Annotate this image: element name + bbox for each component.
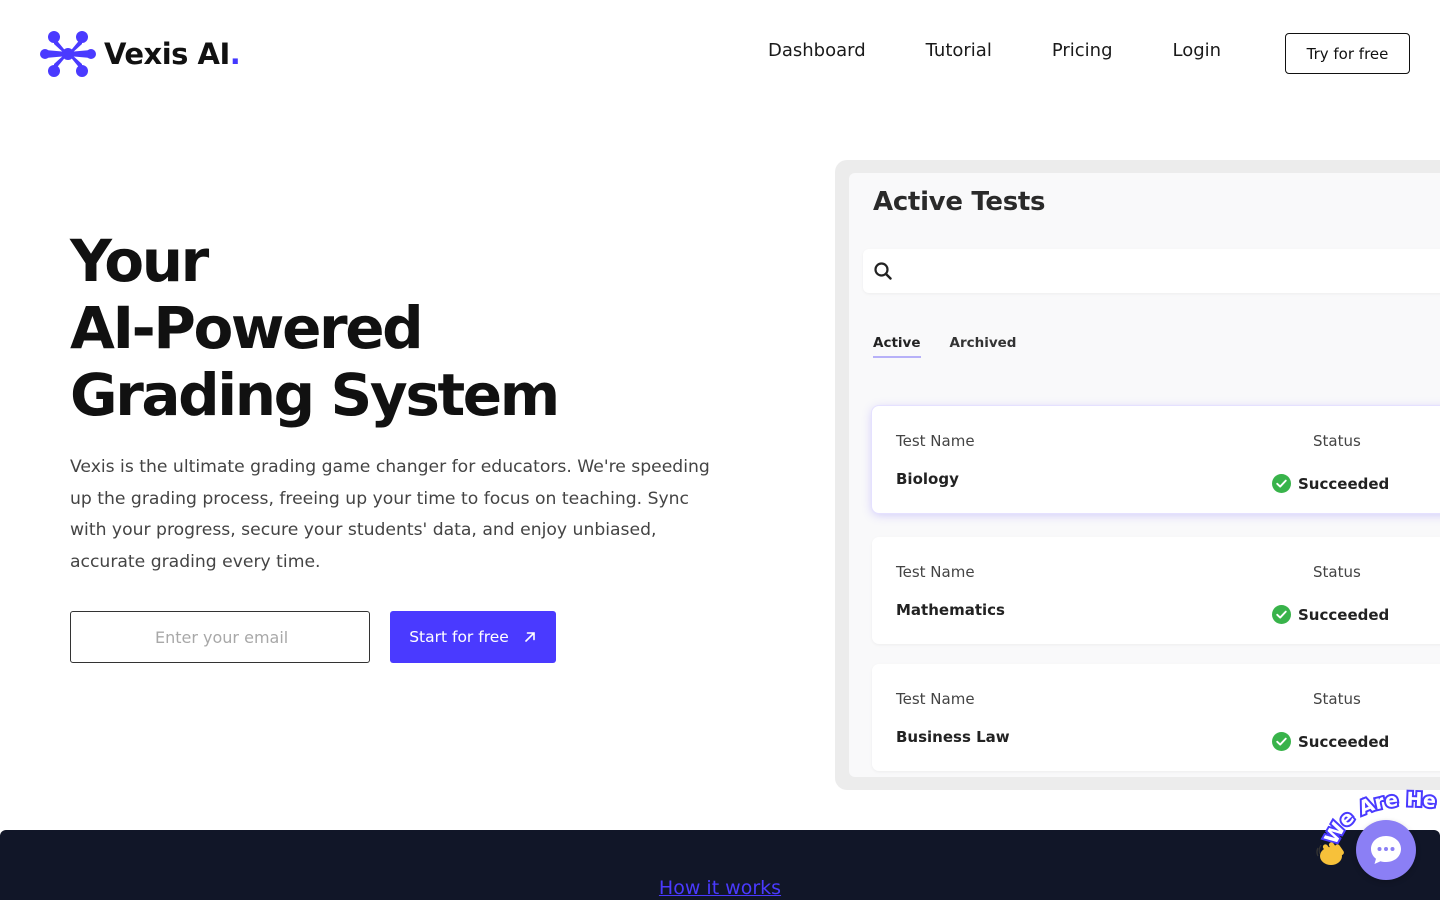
- hero-title-line: AI-Powered: [70, 294, 424, 362]
- status-value: Succeeded: [1272, 605, 1389, 624]
- test-name: Business Law: [896, 728, 1010, 746]
- test-card[interactable]: Test Name Mathematics Status Succeeded: [872, 537, 1440, 644]
- tab-active[interactable]: Active: [873, 335, 921, 358]
- status-value: Succeeded: [1272, 474, 1389, 493]
- nav-login[interactable]: Login: [1173, 40, 1222, 61]
- status-label: Status: [1313, 690, 1361, 708]
- hero-description: Vexis is the ultimate grading game chang…: [70, 457, 710, 572]
- test-name: Biology: [896, 470, 959, 488]
- nav-dashboard[interactable]: Dashboard: [768, 40, 866, 61]
- hero-title: Your AI-Powered Grading System: [70, 227, 560, 429]
- hero-title-line: Grading System: [70, 361, 560, 429]
- status-label: Status: [1313, 563, 1361, 581]
- test-name-label: Test Name: [896, 432, 975, 450]
- start-button-label: Start for free: [409, 628, 509, 646]
- tests-search-bar[interactable]: [863, 249, 1440, 293]
- tests-tabs: Active Archived: [873, 335, 1016, 358]
- tab-archived[interactable]: Archived: [950, 335, 1017, 358]
- chat-open-button[interactable]: [1356, 820, 1416, 880]
- active-tests-title: Active Tests: [873, 187, 1046, 217]
- check-circle-icon: [1272, 732, 1291, 751]
- test-name-label: Test Name: [896, 690, 975, 708]
- main-nav: Dashboard Tutorial Pricing Login: [768, 40, 1221, 61]
- email-input[interactable]: [70, 611, 370, 663]
- how-it-works-link[interactable]: How it works: [0, 877, 1440, 899]
- vexis-logo-icon: [40, 31, 96, 77]
- check-circle-icon: [1272, 474, 1291, 493]
- status-label: Status: [1313, 432, 1361, 450]
- hero-title-line: Your: [70, 227, 209, 295]
- search-icon: [874, 262, 892, 280]
- nav-pricing[interactable]: Pricing: [1052, 40, 1113, 61]
- check-circle-icon: [1272, 605, 1291, 624]
- chat-bubble-icon: [1371, 836, 1401, 864]
- try-for-free-button[interactable]: Try for free: [1285, 33, 1410, 74]
- how-it-works-section: How it works: [0, 830, 1440, 900]
- test-card[interactable]: Test Name Business Law Status Succeeded: [872, 664, 1440, 771]
- test-name: Mathematics: [896, 601, 1005, 619]
- test-name-label: Test Name: [896, 563, 975, 581]
- status-value: Succeeded: [1272, 732, 1389, 751]
- brand-logo[interactable]: Vexis AI.: [40, 26, 241, 82]
- arrow-up-right-icon: [524, 632, 535, 642]
- site-header: Vexis AI. Dashboard Tutorial Pricing Log…: [0, 0, 1440, 106]
- nav-tutorial[interactable]: Tutorial: [926, 40, 992, 61]
- start-for-free-button[interactable]: Start for free: [390, 611, 556, 663]
- brand-name: Vexis AI.: [104, 37, 241, 71]
- test-card[interactable]: Test Name Biology Status Succeeded: [872, 406, 1440, 513]
- app-preview: Active Tests Active Archived Test Name B…: [849, 173, 1440, 777]
